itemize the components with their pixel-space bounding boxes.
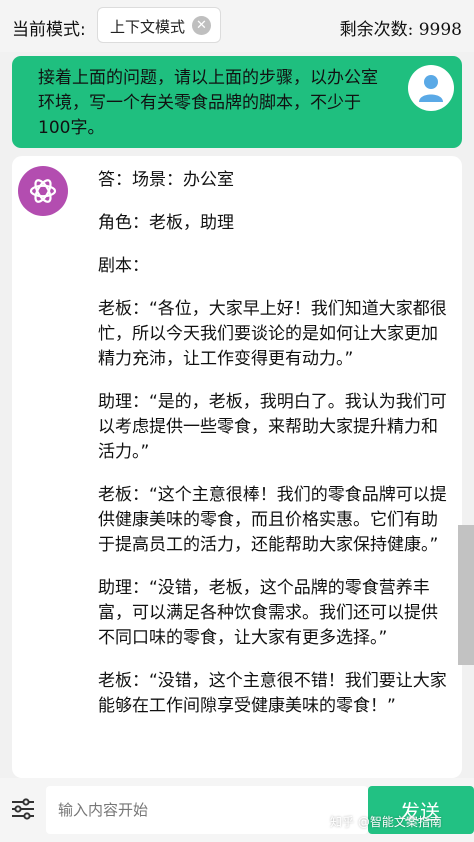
remaining-count: 剩余次数: 9998 xyxy=(339,20,462,40)
response-paragraph: 答：场景：办公室 xyxy=(98,170,234,190)
mode-value: 上下文模式 xyxy=(110,18,186,36)
response-paragraph: 助理：“是的，老板，我明白了。我认为我们可以考虑提供一些零食，来帮助大家提升精力… xyxy=(98,392,447,462)
mode-label: 当前模式: xyxy=(12,20,86,40)
watermark: 知乎 @智能文案指南 xyxy=(330,815,442,829)
response-paragraph: 助理：“没错，老板，这个品牌的零食营养丰富，可以满足各种饮食需求。我们还可以提供… xyxy=(98,578,438,648)
ai-message-text: 答：场景：办公室 角色：老板，助理 剧本： 老板：“各位，大家早上好！我们知道大… xyxy=(98,168,452,737)
user-message: 接着上面的问题，请以上面的步骤，以办公室环境，写一个有关零食品牌的脚本，不少于1… xyxy=(12,56,462,148)
response-paragraph: 老板：“这个主意很棒！我们的零食品牌可以提供健康美味的零食，而且价格实惠。它们有… xyxy=(98,485,447,555)
close-icon[interactable]: ✕ xyxy=(192,16,211,35)
input-placeholder: 输入内容开始 xyxy=(58,801,149,819)
response-paragraph: 老板：“没错，这个主意很不错！我们要让大家能够在工作间隙享受健康美味的零食！” xyxy=(98,671,447,716)
user-icon xyxy=(408,65,454,111)
response-paragraph: 剧本： xyxy=(98,256,149,276)
ai-message: 答：场景：办公室 角色：老板，助理 剧本： 老板：“各位，大家早上好！我们知道大… xyxy=(12,156,462,778)
mode-selector[interactable]: 上下文模式 ✕ xyxy=(97,7,221,43)
response-paragraph: 老板：“各位，大家早上好！我们知道大家都很忙，所以今天我们要谈论的是如何让大家更… xyxy=(98,299,447,369)
user-message-text: 接着上面的问题，请以上面的步骤，以办公室环境，写一个有关零食品牌的脚本，不少于1… xyxy=(38,68,378,138)
input-bar: 输入内容开始 发送 xyxy=(0,778,474,842)
scrollbar-thumb[interactable] xyxy=(458,525,474,665)
top-bar: 当前模式: 上下文模式 ✕ 剩余次数: 9998 xyxy=(0,0,474,52)
sliders-icon[interactable] xyxy=(11,798,35,824)
response-paragraph: 角色：老板，助理 xyxy=(98,213,234,233)
openai-logo-icon xyxy=(18,166,68,216)
message-input[interactable]: 输入内容开始 xyxy=(46,786,368,834)
